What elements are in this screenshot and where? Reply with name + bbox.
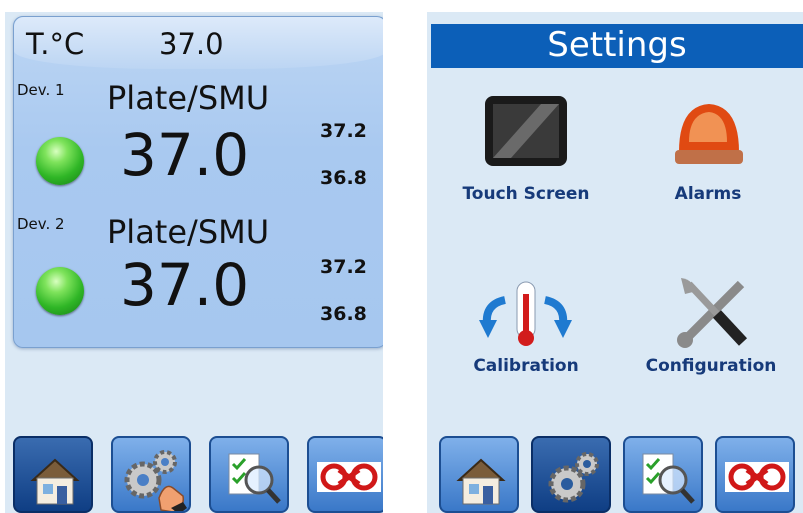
home-screen: T.°C 37.0 Dev. 1 Plate/SMU 37.0 37.2 36.… [5, 12, 383, 513]
tile-label: Alarms [674, 184, 742, 204]
touch-screen-icon [485, 96, 567, 166]
nav-logo-button[interactable] [307, 436, 383, 513]
alarms-tile[interactable]: Alarms [623, 92, 793, 212]
tile-label: Configuration [645, 356, 777, 376]
calibration-tile[interactable]: Calibration [441, 274, 611, 384]
configuration-tile[interactable]: Configuration [623, 274, 799, 384]
settings-title-bar: Settings [431, 24, 803, 68]
tile-label: Calibration [473, 356, 579, 376]
wrench-screwdriver-icon [677, 278, 748, 348]
report-search-icon [228, 453, 281, 504]
thermometer-icon [479, 281, 572, 346]
nav-home-button[interactable] [439, 436, 519, 513]
tile-label: Touch Screen [462, 184, 590, 204]
home-icon [30, 458, 80, 505]
company-logo-icon [725, 462, 789, 492]
device-2-label: Dev. 2 [17, 215, 65, 233]
temperature-label: T.°C [26, 27, 85, 61]
device-1-label: Dev. 1 [17, 81, 65, 99]
page-title: Settings [547, 25, 687, 65]
touch-screen-tile[interactable]: Touch Screen [441, 92, 611, 212]
device-1-name: Plate/SMU [107, 79, 270, 117]
nav-reports-button[interactable] [209, 436, 289, 513]
temperature-card: T.°C 37.0 Dev. 1 Plate/SMU 37.0 37.2 36.… [13, 16, 383, 348]
device-2-name: Plate/SMU [107, 213, 270, 251]
device-2-high-limit: 37.2 [320, 256, 367, 278]
device-2-low-limit: 36.8 [320, 303, 367, 325]
device-1-status-led-icon [36, 137, 84, 185]
settings-gears-icon [124, 450, 187, 511]
home-icon [456, 458, 506, 505]
company-logo-icon [317, 462, 381, 492]
temperature-value: 37.0 [159, 27, 224, 61]
device-1-high-limit: 37.2 [320, 120, 367, 142]
nav-logo-button[interactable] [715, 436, 795, 513]
device-2-current-temp[interactable]: 37.0 [120, 251, 249, 319]
device-1-current-temp[interactable]: 37.0 [120, 121, 249, 189]
alarm-light-icon [675, 104, 743, 164]
report-search-icon [642, 453, 695, 504]
nav-reports-button[interactable] [623, 436, 703, 513]
settings-screen: Settings Touch Screen Alarms Calibration… [427, 12, 803, 513]
nav-settings-button[interactable] [531, 436, 611, 513]
device-1-low-limit: 36.8 [320, 167, 367, 189]
settings-gears-icon [548, 452, 599, 503]
nav-settings-button[interactable] [111, 436, 191, 513]
nav-home-button[interactable] [13, 436, 93, 513]
device-2-status-led-icon [36, 267, 84, 315]
